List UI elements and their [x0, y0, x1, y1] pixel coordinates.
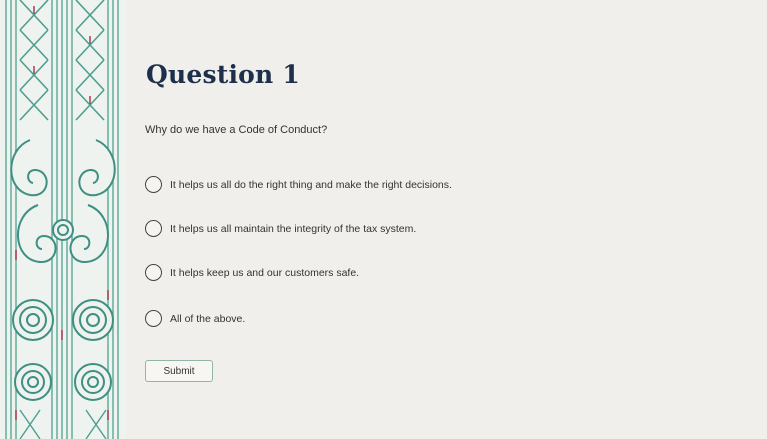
kowhaiwhai-pattern-icon: [5, 0, 119, 439]
question-prompt: Why do we have a Code of Conduct?: [145, 124, 328, 136]
answer-option-label: It helps us all maintain the integrity o…: [170, 222, 417, 235]
radio-button-icon[interactable]: [145, 176, 162, 193]
radio-button-icon[interactable]: [145, 264, 162, 281]
answer-option-4[interactable]: All of the above.: [145, 310, 245, 327]
radio-button-icon[interactable]: [145, 220, 162, 237]
answer-option-1[interactable]: It helps us all do the right thing and m…: [145, 176, 452, 193]
answer-option-label: All of the above.: [170, 312, 246, 325]
question-content: Question 1 Why do we have a Code of Cond…: [145, 0, 767, 439]
quiz-page: Question 1 Why do we have a Code of Cond…: [0, 0, 767, 439]
question-title: Question 1: [146, 60, 300, 89]
answer-option-2[interactable]: It helps us all maintain the integrity o…: [145, 220, 416, 237]
radio-button-icon[interactable]: [145, 310, 162, 327]
answer-option-label: It helps us all do the right thing and m…: [170, 178, 452, 191]
decorative-pattern-panel: [0, 0, 126, 439]
answer-option-label: It helps keep us and our customers safe.: [170, 266, 360, 279]
submit-button[interactable]: Submit: [145, 360, 213, 382]
answer-option-3[interactable]: It helps keep us and our customers safe.: [145, 264, 359, 281]
